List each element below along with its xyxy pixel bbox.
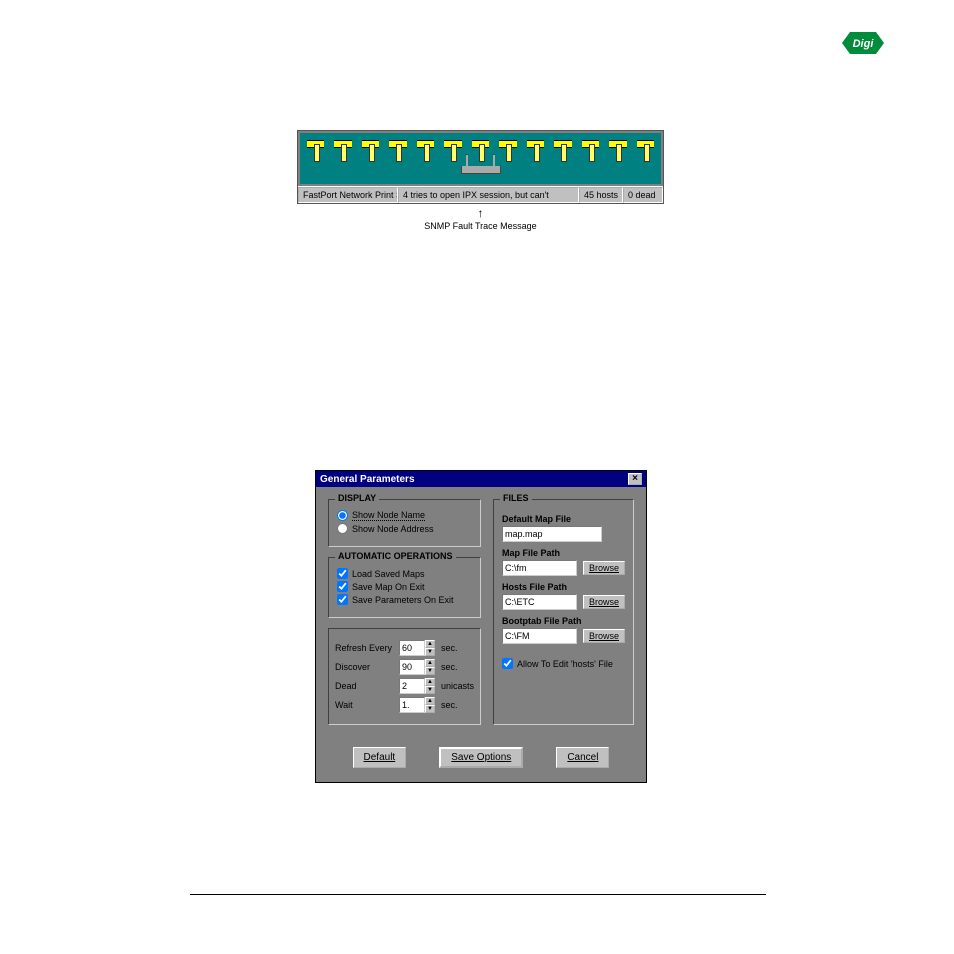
spin-up-icon[interactable]: ▲ <box>425 640 435 648</box>
digi-logo: Digi <box>842 28 884 58</box>
wait-input[interactable] <box>399 697 425 713</box>
hosts-path-label: Hosts File Path <box>502 582 625 592</box>
radio-show-node-address[interactable]: Show Node Address <box>337 523 472 534</box>
discover-input[interactable] <box>399 659 425 675</box>
host-icon <box>605 136 630 166</box>
status-dead: 0 dead <box>623 187 663 203</box>
map-path-label: Map File Path <box>502 548 625 558</box>
radio-input[interactable] <box>337 510 348 521</box>
host-icon <box>578 136 603 166</box>
status-hosts: 45 hosts <box>579 187 623 203</box>
dead-input[interactable] <box>399 678 425 694</box>
checkbox-input[interactable] <box>337 568 348 579</box>
status-message: 4 tries to open IPX session, but can't <box>398 187 579 203</box>
host-icon <box>440 136 465 166</box>
logo-text: Digi <box>853 38 875 50</box>
refresh-spinner[interactable]: ▲▼ <box>399 640 435 656</box>
map-window: FastPort Network Print Serv. 4 tries to … <box>297 130 664 204</box>
files-group: FILES Default Map File Map File Path Bro… <box>493 499 634 725</box>
check-load-saved-maps[interactable]: Load Saved Maps <box>337 568 472 579</box>
radio-show-node-name[interactable]: Show Node Name <box>337 510 472 521</box>
automatic-operations-group: AUTOMATIC OPERATIONS Load Saved Maps Sav… <box>328 557 481 618</box>
spin-down-icon[interactable]: ▼ <box>425 705 435 713</box>
host-icon <box>330 136 355 166</box>
unit-sec: sec. <box>441 662 458 672</box>
radio-label: Show Node Address <box>352 524 434 534</box>
close-icon[interactable]: × <box>628 473 642 485</box>
default-button[interactable]: Default <box>353 747 407 768</box>
boot-path-label: Bootptab File Path <box>502 616 625 626</box>
check-label: Allow To Edit 'hosts' File <box>517 659 613 669</box>
checkbox-input[interactable] <box>502 658 513 669</box>
spin-down-icon[interactable]: ▼ <box>425 667 435 675</box>
spin-up-icon[interactable]: ▲ <box>425 659 435 667</box>
check-label: Save Map On Exit <box>352 582 425 592</box>
hosts-path-input[interactable] <box>502 594 577 610</box>
auto-legend: AUTOMATIC OPERATIONS <box>335 551 456 561</box>
browse-button[interactable]: Browse <box>583 629 625 643</box>
fault-caption: SNMP Fault Trace Message <box>297 206 664 231</box>
files-legend: FILES <box>500 493 532 503</box>
host-icon <box>550 136 575 166</box>
refresh-label: Refresh Every <box>335 643 395 653</box>
unit-sec: sec. <box>441 643 458 653</box>
default-map-label: Default Map File <box>502 514 625 524</box>
timing-group: Refresh Every ▲▼ sec. Discover ▲▼ sec. <box>328 628 481 725</box>
spin-down-icon[interactable]: ▼ <box>425 648 435 656</box>
host-icons <box>303 136 658 166</box>
check-save-params-on-exit[interactable]: Save Parameters On Exit <box>337 594 472 605</box>
wait-label: Wait <box>335 700 395 710</box>
spin-up-icon[interactable]: ▲ <box>425 678 435 686</box>
host-icon <box>523 136 548 166</box>
page-divider <box>190 894 766 895</box>
spin-up-icon[interactable]: ▲ <box>425 697 435 705</box>
status-device: FastPort Network Print Serv. <box>298 187 398 203</box>
host-icon <box>468 136 493 166</box>
check-allow-edit-hosts[interactable]: Allow To Edit 'hosts' File <box>502 658 625 669</box>
checkbox-input[interactable] <box>337 581 348 592</box>
save-options-button[interactable]: Save Options <box>439 747 523 768</box>
spin-down-icon[interactable]: ▼ <box>425 686 435 694</box>
check-save-map-on-exit[interactable]: Save Map On Exit <box>337 581 472 592</box>
unit-sec: sec. <box>441 700 458 710</box>
default-map-input[interactable] <box>502 526 602 542</box>
radio-input[interactable] <box>337 523 348 534</box>
cancel-button[interactable]: Cancel <box>556 747 609 768</box>
wait-spinner[interactable]: ▲▼ <box>399 697 435 713</box>
host-icon <box>303 136 328 166</box>
refresh-input[interactable] <box>399 640 425 656</box>
host-icon <box>385 136 410 166</box>
radio-label: Show Node Name <box>352 510 425 521</box>
dialog-titlebar: General Parameters × <box>316 471 646 487</box>
general-parameters-dialog: General Parameters × DISPLAY Show Node N… <box>315 470 647 783</box>
discover-label: Discover <box>335 662 395 672</box>
map-path-input[interactable] <box>502 560 577 576</box>
dead-label: Dead <box>335 681 395 691</box>
fault-trace-figure: FastPort Network Print Serv. 4 tries to … <box>297 130 664 231</box>
host-icon <box>633 136 658 166</box>
host-icon <box>358 136 383 166</box>
dead-spinner[interactable]: ▲▼ <box>399 678 435 694</box>
checkbox-input[interactable] <box>337 594 348 605</box>
display-group: DISPLAY Show Node Name Show Node Address <box>328 499 481 547</box>
check-label: Save Parameters On Exit <box>352 595 454 605</box>
display-legend: DISPLAY <box>335 493 379 503</box>
boot-path-input[interactable] <box>502 628 577 644</box>
status-bar: FastPort Network Print Serv. 4 tries to … <box>298 186 663 203</box>
discover-spinner[interactable]: ▲▼ <box>399 659 435 675</box>
browse-button[interactable]: Browse <box>583 595 625 609</box>
check-label: Load Saved Maps <box>352 569 425 579</box>
host-icon <box>413 136 438 166</box>
host-icon <box>495 136 520 166</box>
browse-button[interactable]: Browse <box>583 561 625 575</box>
dialog-title: General Parameters <box>320 474 415 485</box>
unit-unicasts: unicasts <box>441 681 474 691</box>
